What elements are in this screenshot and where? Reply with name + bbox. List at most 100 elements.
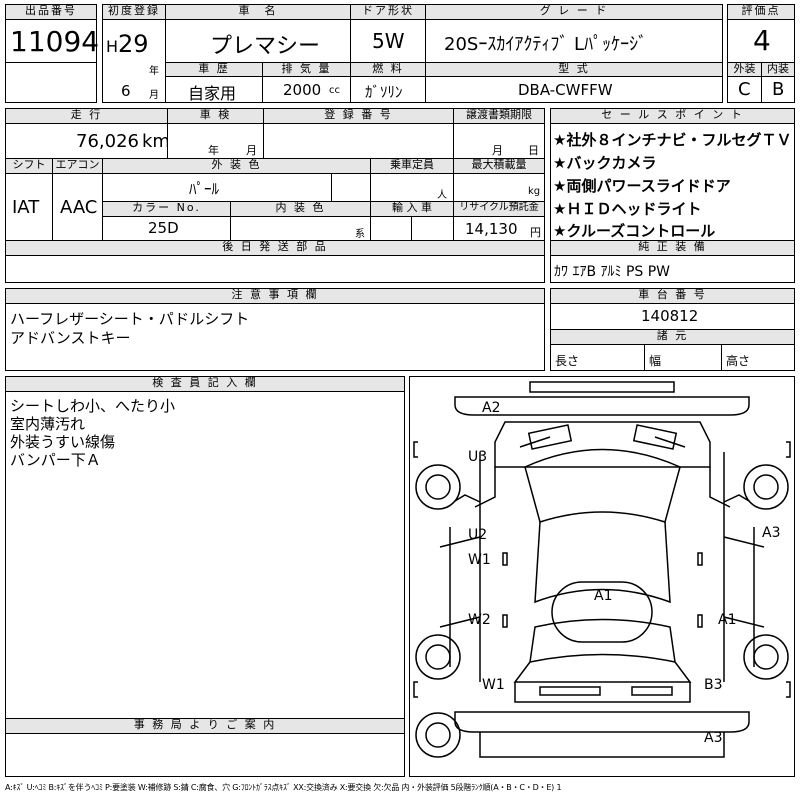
recycle-header: リサイクル預託金 xyxy=(453,201,545,217)
genuine-equipment: ｶﾜ ｴｱB ｱﾙﾐ PS PW xyxy=(554,264,671,280)
model-header: 型 式 xyxy=(425,62,723,77)
rear-light-left xyxy=(539,686,601,696)
docs-day-unit: 日 xyxy=(528,144,539,157)
ac: AAC xyxy=(60,197,98,218)
sales-points-cell: ★社外８インチナビ・フルセグＴＶ ★バックカメラ ★両側パワースライドドア ★Ｈ… xyxy=(550,123,795,241)
int-color-cell: 系 xyxy=(230,216,371,241)
shift-header: シフト xyxy=(5,158,53,174)
front-bumper-top xyxy=(529,381,675,393)
ext-color-cell: ﾊﾟｰﾙ xyxy=(102,173,332,202)
displacement-cell: 2000 cc xyxy=(262,76,351,103)
height-cell: 高さ xyxy=(721,344,795,371)
body-sides xyxy=(479,452,725,682)
rear-gate xyxy=(514,682,691,703)
rear-window xyxy=(529,618,676,663)
interior-cell: B xyxy=(761,76,795,103)
lot-number-cell: 11094 xyxy=(5,19,99,63)
sales-point-5: ★クルーズコントロール xyxy=(553,222,716,240)
color-no-header: カラー No. xyxy=(102,201,231,217)
mark-a3-right: A3 xyxy=(762,525,781,541)
note-line-1: ハーフレザーシート・パドルシフト xyxy=(10,310,250,328)
month-unit: 月 xyxy=(149,90,159,101)
mark-b3: B3 xyxy=(704,677,723,693)
rear-bumper xyxy=(454,711,750,733)
ext-color-header: 外 装 色 xyxy=(102,158,371,174)
mileage-cell: 76,026 km xyxy=(5,123,170,159)
recycle-unit: 円 xyxy=(530,226,541,239)
docs-month-unit: 月 xyxy=(492,144,503,157)
mileage: 76,026 xyxy=(76,131,139,152)
sales-point-1: ★社外８インチナビ・フルセグＴＶ xyxy=(553,131,792,149)
fuel-header: 燃 料 xyxy=(350,62,426,77)
mark-a3-bottom: A3 xyxy=(704,730,723,746)
handle-fr xyxy=(697,552,703,566)
car-name-cell: プレマシー xyxy=(165,19,351,63)
inspection-year-unit: 年 xyxy=(208,144,219,157)
reg-month: 6 xyxy=(121,82,131,100)
inspector-line-4: バンパー下Ａ xyxy=(10,451,101,469)
inspector-cell: シートしわ小、へたり小 室内薄汚れ 外装うすい線傷 バンパー下Ａ xyxy=(5,391,405,719)
import-header: 輸 入 車 xyxy=(370,201,454,217)
wheel-rear-left xyxy=(415,634,461,680)
length-label: 長さ xyxy=(555,354,580,368)
dims-header: 諸 元 xyxy=(550,329,795,345)
capacity-cell: 人 xyxy=(370,173,454,202)
score: 4 xyxy=(753,24,771,57)
mileage-header: 走 行 xyxy=(5,108,168,124)
mark-a1-roof: A1 xyxy=(594,588,613,604)
width-cell: 幅 xyxy=(644,344,722,371)
first-reg-cell: H 29 年 6 月 xyxy=(102,19,166,103)
interior-grade: B xyxy=(772,79,785,100)
car-name: プレマシー xyxy=(210,34,321,59)
sales-points-header: セ ー ル ス ポ イ ン ト xyxy=(550,108,795,124)
mark-w1-rear: W1 xyxy=(482,677,505,693)
genuine-header: 純 正 装 備 xyxy=(550,240,795,256)
docs-header: 譲渡書類期限 xyxy=(453,108,545,124)
shift: IAT xyxy=(12,197,40,218)
displacement-header: 排 気 量 xyxy=(262,62,351,77)
score-cell: 4 xyxy=(727,19,795,63)
handle-rr xyxy=(697,614,703,628)
windshield xyxy=(524,448,681,523)
history-cell: 自家用 xyxy=(165,76,263,103)
sales-point-2: ★バックカメラ xyxy=(553,154,657,172)
ac-cell: AAC xyxy=(52,173,103,241)
fuel-cell: ｶﾞｿﾘﾝ xyxy=(350,76,426,103)
later-parts-header: 後 日 発 送 部 品 xyxy=(5,240,545,256)
spare-wheel xyxy=(415,712,461,758)
exterior-header: 外装 xyxy=(727,62,762,77)
genuine-cell: ｶﾜ ｴｱB ｱﾙﾐ PS PW xyxy=(550,255,795,283)
sales-point-4: ★ＨＩＤヘッドライト xyxy=(553,200,702,218)
displacement: 2000 xyxy=(283,81,322,99)
wheel-front-right xyxy=(743,464,789,510)
door-type: 5W xyxy=(372,29,405,53)
history-header: 車 歴 xyxy=(165,62,263,77)
import-cell-2 xyxy=(411,216,454,241)
inspector-header: 検 査 員 記 入 欄 xyxy=(5,376,405,392)
chassis-header: 車 台 番 号 xyxy=(550,288,795,304)
year-unit: 年 xyxy=(149,66,159,77)
mileage-unit: km xyxy=(142,131,170,152)
interior-header: 内装 xyxy=(761,62,795,77)
max-load-header: 最大積載量 xyxy=(453,158,545,174)
displacement-unit: cc xyxy=(329,85,340,96)
first-reg-header: 初度登録 xyxy=(102,4,166,20)
legend: A:ｷｽﾞ U:ﾍｺﾐ B:ｷｽﾞを伴うﾍｺﾐ P:要塗装 W:補修跡 S:錆 … xyxy=(5,783,562,792)
handle-rl xyxy=(502,614,508,628)
mark-a1-right: A1 xyxy=(718,612,737,628)
chassis-cell: 140812 xyxy=(550,303,795,330)
recycle-cell: 14,130 円 xyxy=(453,216,545,241)
mark-w1-front: W1 xyxy=(468,552,491,568)
color-no: 25D xyxy=(148,219,179,237)
era: H xyxy=(106,37,119,56)
ext-color-extra-cell xyxy=(331,173,371,202)
int-color-header: 内 装 色 xyxy=(230,201,371,217)
import-cell xyxy=(370,216,412,241)
office-header: 事 務 局 よ り ご 案 内 xyxy=(5,718,405,734)
max-load-cell: kg xyxy=(453,173,545,202)
inspection-cell: 年 月 xyxy=(167,123,264,159)
width-label: 幅 xyxy=(649,354,662,368)
office-cell xyxy=(5,733,405,777)
fuel: ｶﾞｿﾘﾝ xyxy=(365,83,403,101)
exterior-cell: C xyxy=(727,76,762,103)
